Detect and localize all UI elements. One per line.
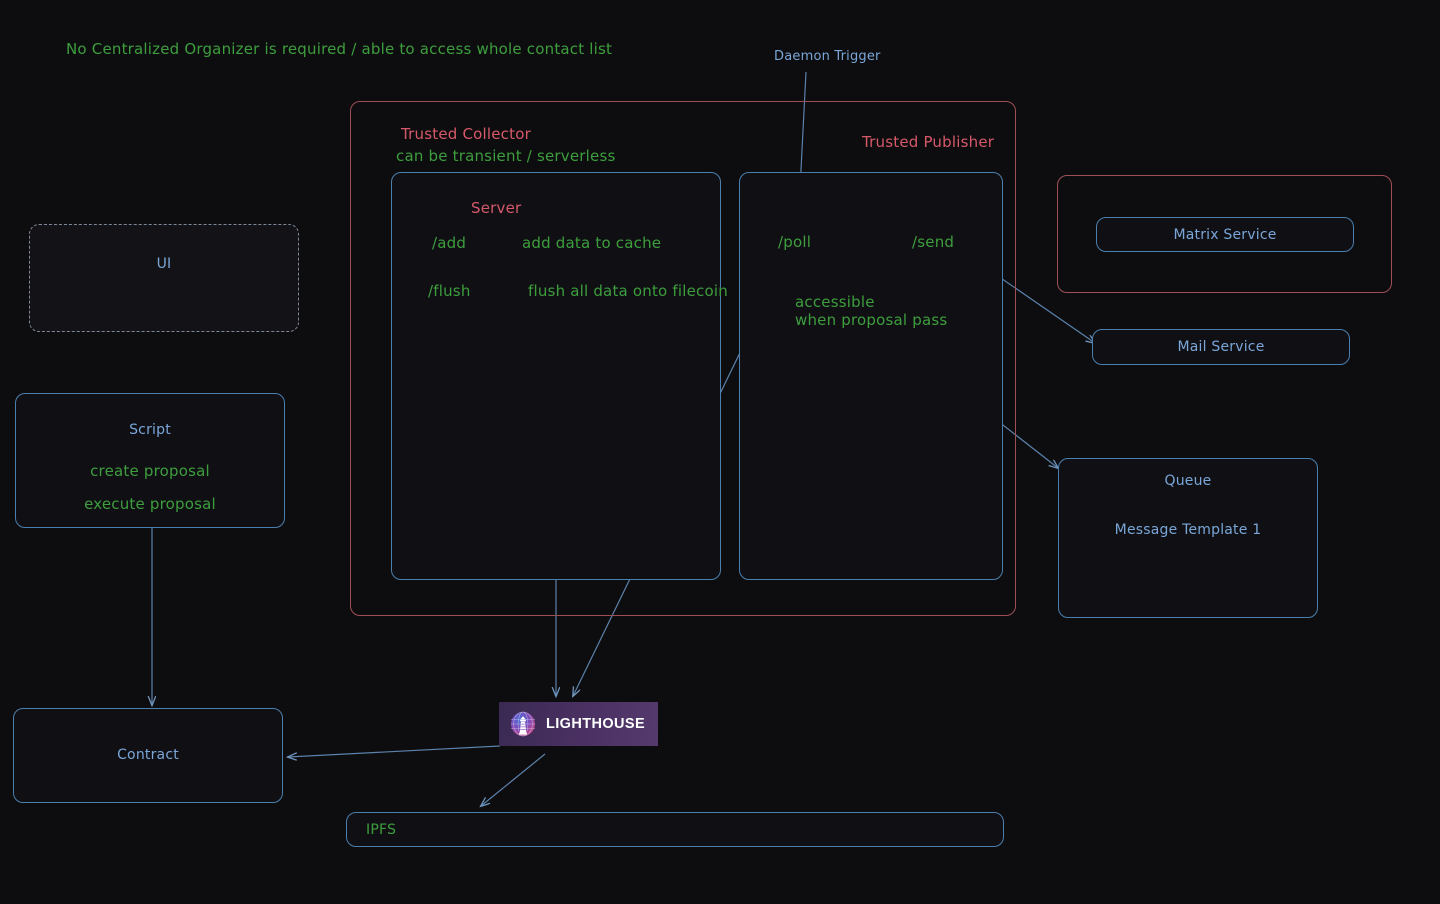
server-title: Server: [471, 199, 522, 217]
script-line-0: create proposal: [90, 462, 210, 480]
header-note: No Centralized Organizer is required / a…: [66, 40, 613, 58]
mail-service-node[interactable]: Mail Service: [1092, 329, 1350, 365]
publisher-node[interactable]: /poll /send accessible when proposal pas…: [739, 172, 1003, 580]
trusted-collector-title: Trusted Collector: [401, 125, 531, 143]
ipfs-label: IPFS: [366, 822, 397, 838]
script-line-1: execute proposal: [84, 495, 216, 513]
ipfs-node[interactable]: IPFS: [346, 812, 1004, 847]
lighthouse-node[interactable]: LIGHTHOUSE: [499, 702, 659, 746]
trusted-publisher-title: Trusted Publisher: [862, 133, 995, 151]
script-title: Script: [129, 422, 171, 438]
ui-label: UI: [156, 256, 172, 272]
queue-node[interactable]: Queue Message Template 1: [1058, 458, 1318, 618]
server-node[interactable]: Server /add add data to cache /flush flu…: [391, 172, 728, 580]
script-node[interactable]: Script create proposal execute proposal: [15, 393, 285, 528]
server-endpoint-1: /flush: [428, 282, 471, 300]
lighthouse-label: LIGHTHOUSE: [546, 716, 646, 732]
publisher-send-endpoint: /send: [912, 233, 955, 251]
diagram-canvas: No Centralized Organizer is required / a…: [0, 0, 1440, 904]
matrix-service-label: Matrix Service: [1173, 227, 1277, 243]
contract-node[interactable]: Contract: [13, 708, 283, 803]
ui-node[interactable]: UI: [29, 224, 299, 332]
queue-item-0: Message Template 1: [1114, 522, 1262, 538]
mail-service-label: Mail Service: [1177, 339, 1265, 355]
matrix-service-node[interactable]: Matrix Service: [1096, 217, 1354, 252]
server-endpoint-0: /add: [432, 234, 467, 252]
trusted-collector-subtitle: can be transient / serverless: [396, 147, 616, 165]
contract-label: Contract: [117, 747, 179, 763]
server-description-0: add data to cache: [522, 234, 662, 252]
daemon-trigger-label: Daemon Trigger: [774, 49, 881, 64]
queue-title: Queue: [1164, 473, 1212, 489]
server-description-1: flush all data onto filecoin: [528, 282, 728, 300]
lighthouse-globe-icon: [508, 709, 538, 739]
publisher-note-line-1: when proposal pass: [795, 311, 948, 329]
edge-lighthouse-to-ipfs: [481, 753, 546, 806]
edge-lighthouse-to-contract: [288, 745, 501, 757]
publisher-poll-endpoint: /poll: [778, 233, 812, 251]
publisher-note-line-0: accessible: [795, 293, 875, 311]
matrix-service-group: Matrix Service: [1057, 175, 1392, 293]
